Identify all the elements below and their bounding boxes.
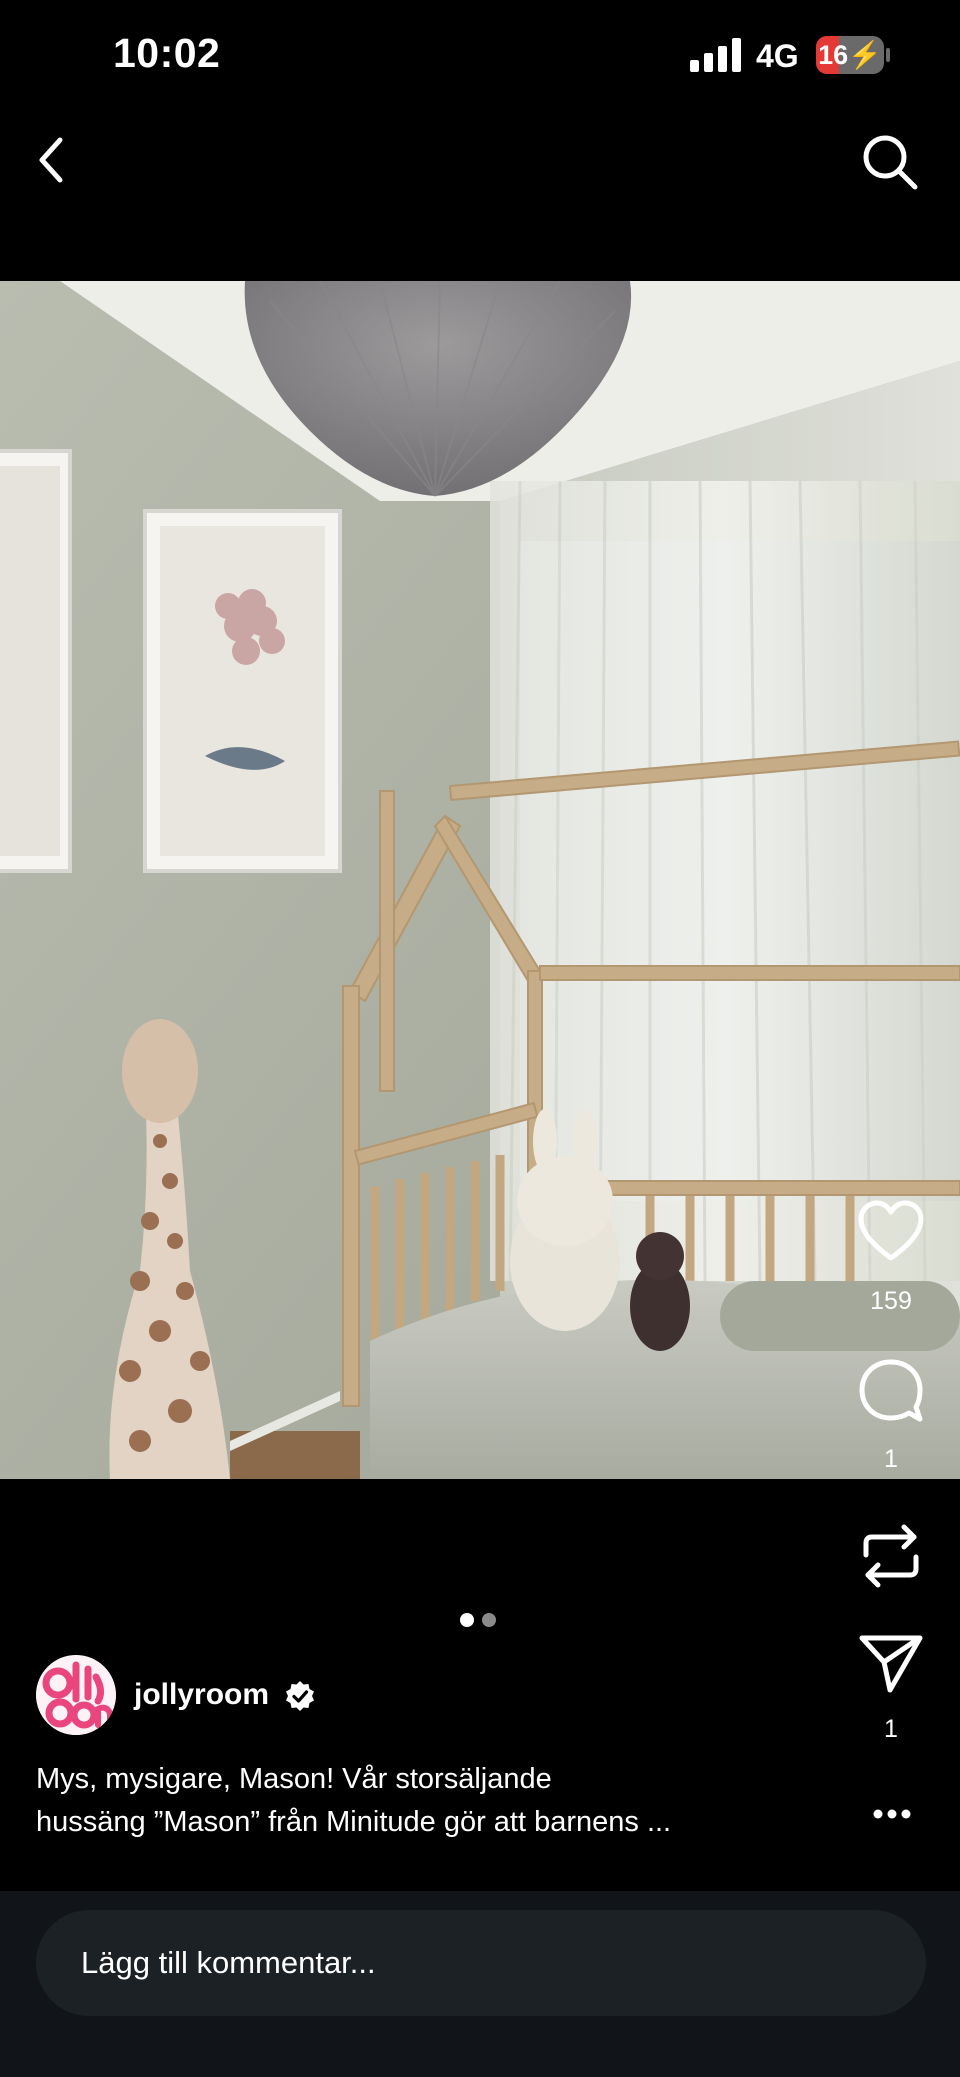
comment-count: 1 <box>884 1445 898 1473</box>
battery-icon: 16⚡ <box>816 36 890 74</box>
like-button[interactable] <box>856 1198 926 1268</box>
carousel-dot <box>482 1613 496 1627</box>
caption-line: hussäng ”Mason” från Minitude gör att ba… <box>36 1806 672 1838</box>
avatar[interactable] <box>36 1655 116 1735</box>
caption-line: Mys, mysigare, Mason! Vår storsäljande <box>36 1763 552 1795</box>
username[interactable]: jollyroom <box>134 1678 269 1712</box>
signal-strength-icon <box>690 38 741 72</box>
post-image[interactable] <box>0 281 960 1479</box>
post-caption[interactable]: Mys, mysigare, Mason! Vår storsäljande h… <box>36 1758 796 1844</box>
carousel-dot-active <box>460 1613 474 1627</box>
jollyroom-logo-icon <box>36 1655 116 1735</box>
search-icon[interactable] <box>860 132 920 192</box>
share-count: 1 <box>884 1715 898 1743</box>
more-options-icon[interactable] <box>872 1808 912 1820</box>
verified-badge-icon <box>286 1681 314 1711</box>
comment-button[interactable] <box>856 1357 926 1427</box>
repost-button[interactable] <box>856 1521 926 1591</box>
comment-placeholder: Lägg till kommentar... <box>81 1945 376 1980</box>
status-time: 10:02 <box>113 30 221 76</box>
comment-bar: Lägg till kommentar... <box>0 1891 960 2077</box>
send-button[interactable] <box>856 1628 926 1698</box>
carousel-indicator <box>460 1613 500 1627</box>
back-button[interactable] <box>30 132 74 188</box>
charging-bolt-icon: ⚡ <box>848 40 882 70</box>
battery-level: 16 <box>818 40 849 70</box>
network-type: 4G <box>756 38 799 74</box>
comment-input[interactable]: Lägg till kommentar... <box>36 1910 926 2016</box>
like-count: 159 <box>870 1287 912 1315</box>
